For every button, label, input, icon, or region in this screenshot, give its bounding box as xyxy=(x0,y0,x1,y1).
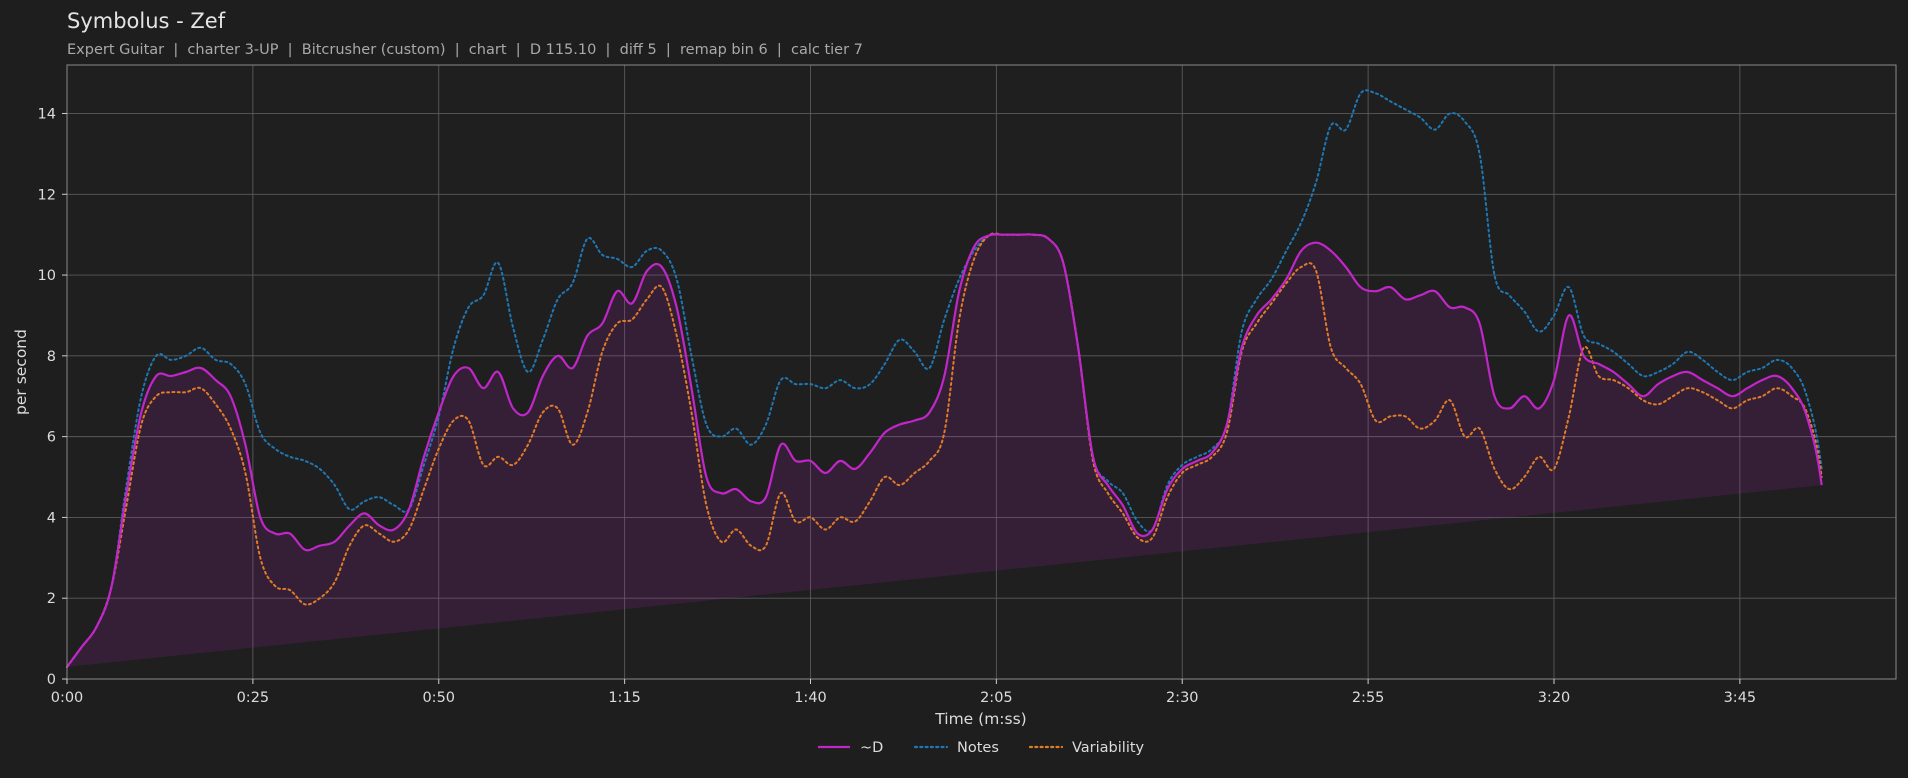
legend-label-1: Notes xyxy=(957,740,999,756)
y-tick-label: 8 xyxy=(47,349,56,365)
legend-label-2: Variability xyxy=(1072,740,1145,756)
y-tick-label: 12 xyxy=(38,187,56,203)
legend: ~D Notes Variability xyxy=(818,740,1145,756)
legend-label-0: ~D xyxy=(860,740,883,756)
y-tick-label: 6 xyxy=(47,430,56,446)
chart-subtitle: Expert Guitar | charter 3-UP | Bitcrushe… xyxy=(67,42,863,58)
x-tick-label: 1:15 xyxy=(608,690,641,706)
x-tick-label: 3:20 xyxy=(1538,690,1571,706)
x-axis-label: Time (m:ss) xyxy=(934,710,1026,728)
y-axis-label: per second xyxy=(12,329,30,415)
y-tick-label: 2 xyxy=(47,591,56,607)
x-tick-label: 2:30 xyxy=(1166,690,1199,706)
y-axis: 0 2 4 6 8 10 12 14 xyxy=(38,106,67,688)
chart: Symbolus - Zef Expert Guitar | charter 3… xyxy=(12,9,1897,756)
x-tick-label: 2:05 xyxy=(980,690,1013,706)
y-tick-label: 0 xyxy=(47,672,56,688)
x-tick-label: 3:45 xyxy=(1724,690,1757,706)
x-tick-label: 2:55 xyxy=(1352,690,1385,706)
y-tick-label: 10 xyxy=(38,268,56,284)
x-tick-label: 0:00 xyxy=(51,690,84,706)
x-tick-label: 1:40 xyxy=(794,690,827,706)
x-axis: 0:00 0:25 0:50 1:15 1:40 2:05 2:30 2:55 3:20 3:45 xyxy=(51,679,1756,706)
y-tick-label: 14 xyxy=(38,106,56,122)
chart-title: Symbolus - Zef xyxy=(67,9,226,33)
y-tick-label: 4 xyxy=(47,510,56,526)
x-tick-label: 0:25 xyxy=(237,690,270,706)
x-tick-label: 0:50 xyxy=(422,690,455,706)
